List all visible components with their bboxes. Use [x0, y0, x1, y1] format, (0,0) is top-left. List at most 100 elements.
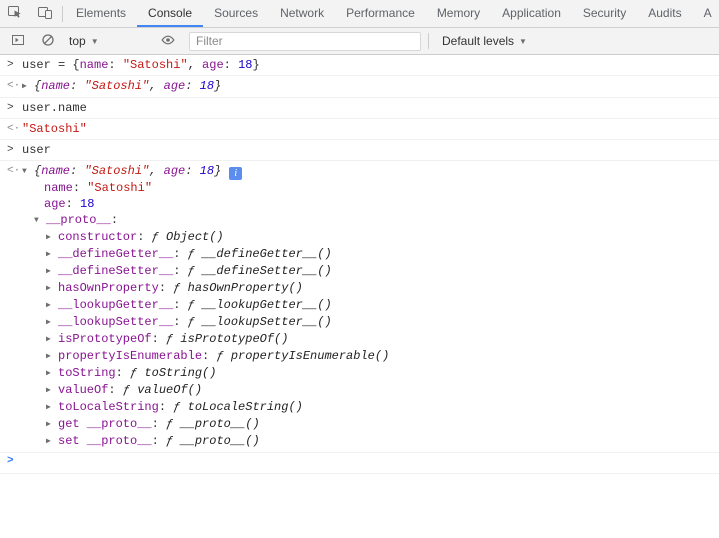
console-message-input: > user.name: [0, 98, 719, 119]
console-token: ƒ __lookupGetter__(): [188, 298, 332, 312]
disclosure-collapsed-icon[interactable]: ▶: [46, 247, 58, 263]
object-info-badge[interactable]: i: [229, 167, 242, 180]
console-token: :: [70, 164, 84, 178]
console-token: age: [44, 197, 66, 211]
console-token: name: [80, 58, 109, 72]
console-token: :: [185, 79, 199, 93]
console-sidebar-icon: [11, 33, 25, 50]
console-token: ,: [149, 79, 163, 93]
device-toolbar-button[interactable]: [30, 0, 60, 27]
console-token: :: [173, 298, 187, 312]
tab-application[interactable]: Application: [491, 0, 572, 27]
console-token: set __proto__: [58, 434, 152, 448]
console-token: }: [252, 58, 259, 72]
console-token: ƒ hasOwnProperty(): [173, 281, 303, 295]
disclosure-collapsed-icon[interactable]: ▶: [46, 264, 58, 280]
chevron-down-icon: ▼: [91, 37, 99, 46]
disclosure-collapsed-icon[interactable]: ▶: [46, 349, 58, 365]
console-token: :: [108, 58, 122, 72]
result-arrow-icon: <·: [7, 121, 20, 137]
console-token: :: [159, 400, 173, 414]
console-token: ,: [188, 58, 202, 72]
console-token: ƒ isPrototypeOf(): [166, 332, 288, 346]
disclosure-collapsed-icon[interactable]: ▶: [46, 332, 58, 348]
console-token: name: [41, 79, 70, 93]
tab-audits[interactable]: Audits: [637, 0, 692, 27]
disclosure-expanded-icon[interactable]: ▼: [34, 213, 46, 229]
create-live-expression-button[interactable]: [153, 32, 183, 51]
execution-context-selector[interactable]: top ▼: [63, 34, 149, 48]
result-arrow-icon: <·: [7, 78, 20, 94]
console-token: toString: [58, 366, 116, 380]
inspect-element-button[interactable]: [0, 0, 30, 27]
disclosure-collapsed-icon[interactable]: ▶: [46, 230, 58, 246]
show-console-sidebar-button[interactable]: [3, 33, 33, 50]
console-token: "Satoshi": [123, 58, 188, 72]
console-token: 18: [238, 58, 252, 72]
disclosure-collapsed-icon[interactable]: ▶: [46, 281, 58, 297]
console-token: :: [152, 434, 166, 448]
input-chevron-icon: >: [7, 142, 14, 158]
console-message-result: <·"Satoshi": [0, 119, 719, 140]
chevron-down-icon: ▼: [519, 37, 527, 46]
devtools-tabbar: ElementsConsoleSourcesNetworkPerformance…: [0, 0, 719, 28]
tab-a[interactable]: A: [693, 0, 719, 27]
console-prompt[interactable]: >: [0, 453, 719, 474]
console-token: "Satoshi": [84, 79, 149, 93]
tab-sources[interactable]: Sources: [203, 0, 269, 27]
console-token: valueOf: [58, 383, 108, 397]
console-token: :: [152, 417, 166, 431]
console-token: ƒ toLocaleString(): [173, 400, 303, 414]
console-token: ƒ propertyIsEnumerable(): [216, 349, 389, 363]
console-token: user.name: [22, 101, 87, 115]
console-message-result: <·▼{name: "Satoshi", age: 18}iname: "Sat…: [0, 161, 719, 453]
filter-input[interactable]: [189, 32, 421, 51]
disclosure-collapsed-icon[interactable]: ▶: [46, 434, 58, 450]
console-token: :: [73, 181, 87, 195]
device-toolbar-icon: [37, 4, 53, 23]
disclosure-collapsed-icon[interactable]: ▶: [46, 400, 58, 416]
console-token: ,: [149, 164, 163, 178]
tab-performance[interactable]: Performance: [335, 0, 426, 27]
console-token: age: [164, 79, 186, 93]
tab-security[interactable]: Security: [572, 0, 637, 27]
console-log: >user = {name: "Satoshi", age: 18}<·▶{na…: [0, 55, 719, 453]
console-token: 18: [200, 164, 214, 178]
input-chevron-icon: >: [7, 100, 14, 116]
disclosure-collapsed-icon[interactable]: ▶: [46, 315, 58, 331]
inspect-element-icon: [7, 4, 23, 23]
eye-icon: [160, 32, 176, 51]
console-token: :: [116, 366, 130, 380]
console-token: :: [137, 230, 151, 244]
console-token: "Satoshi": [84, 164, 149, 178]
console-token: ƒ Object(): [152, 230, 224, 244]
clear-console-button[interactable]: [33, 33, 63, 50]
console-token: ƒ __proto__(): [166, 434, 260, 448]
console-token: __lookupSetter__: [58, 315, 173, 329]
prompt-chevron-icon: >: [7, 453, 14, 469]
console-token: ƒ __defineSetter__(): [188, 264, 332, 278]
console-token: :: [202, 349, 216, 363]
disclosure-collapsed-icon[interactable]: ▶: [46, 417, 58, 433]
console-token: isPrototypeOf: [58, 332, 152, 346]
disclosure-expanded-icon[interactable]: ▼: [22, 164, 34, 180]
console-token: ƒ valueOf(): [123, 383, 202, 397]
console-token: :: [224, 58, 238, 72]
disclosure-collapsed-icon[interactable]: ▶: [46, 366, 58, 382]
disclosure-collapsed-icon[interactable]: ▶: [46, 298, 58, 314]
console-token: ƒ toString(): [130, 366, 216, 380]
disclosure-collapsed-icon[interactable]: ▶: [46, 383, 58, 399]
disclosure-collapsed-icon[interactable]: ▶: [22, 79, 34, 95]
tab-console[interactable]: Console: [137, 0, 203, 27]
console-message-input: >user = {name: "Satoshi", age: 18}: [0, 55, 719, 76]
tabbar-separator: [62, 6, 63, 22]
tab-elements[interactable]: Elements: [65, 0, 137, 27]
console-token: name: [44, 181, 73, 195]
console-token: get __proto__: [58, 417, 152, 431]
console-token: "Satoshi": [87, 181, 152, 195]
toolbar-separator: [428, 33, 429, 49]
console-token: propertyIsEnumerable: [58, 349, 202, 363]
tab-memory[interactable]: Memory: [426, 0, 491, 27]
tab-network[interactable]: Network: [269, 0, 335, 27]
log-levels-selector[interactable]: Default levels ▼: [436, 34, 533, 48]
